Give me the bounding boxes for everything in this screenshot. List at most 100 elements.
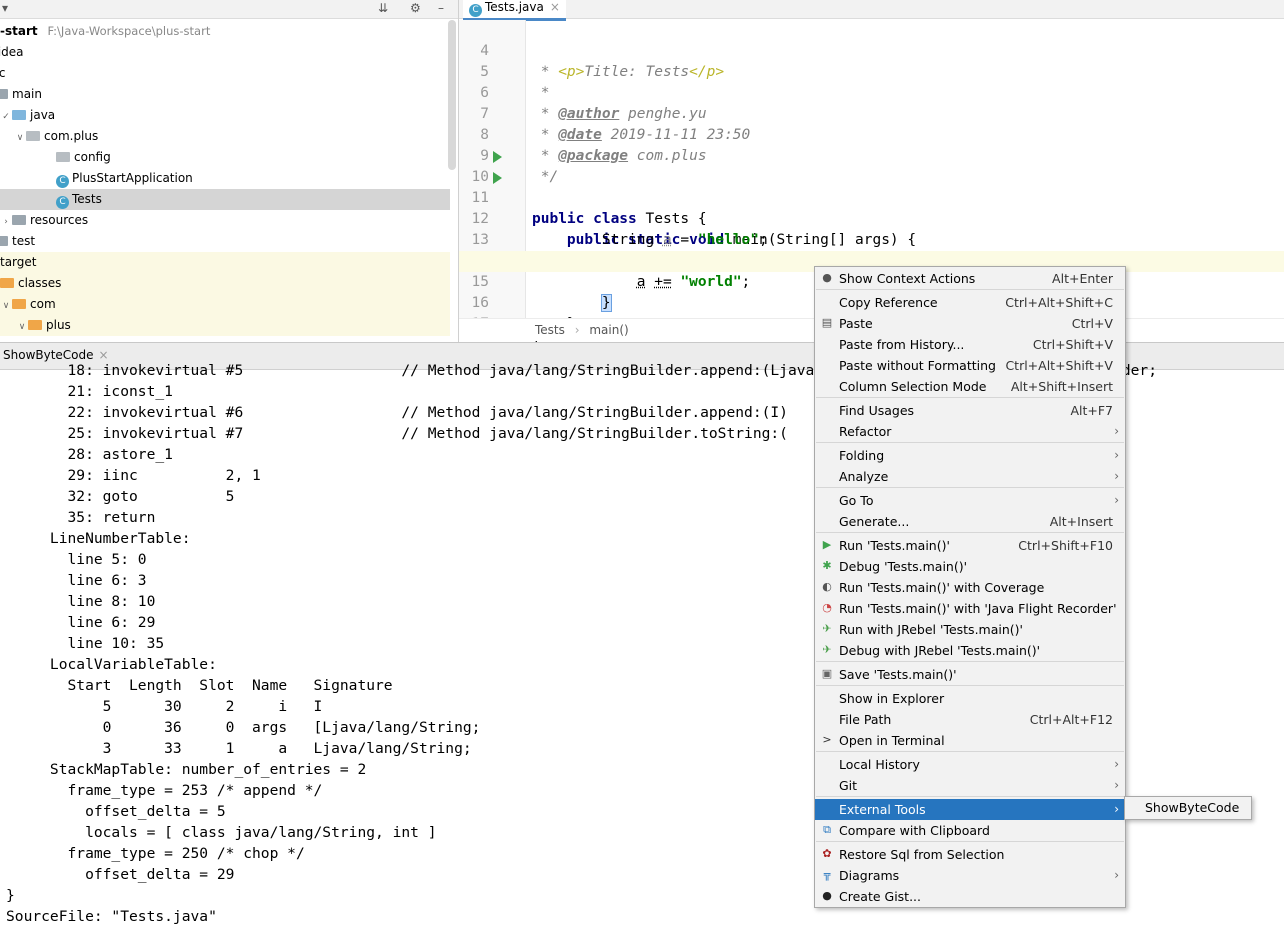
chevron-down-icon[interactable]: ✓ [0,107,12,128]
close-icon[interactable]: × [550,0,560,14]
chevron-down-icon[interactable]: ∨ [14,128,26,149]
menu-item-column-selection-mode[interactable]: Column Selection Mode Alt+Shift+Insert [815,376,1125,397]
menu-item-debug-with-jrebel-tests-main[interactable]: ✈ Debug with JRebel 'Tests.main()' [815,640,1125,661]
code-line[interactable]: 4 * <p>Title: Tests</p> [459,20,1284,80]
menu-separator [816,751,1124,752]
tree-item-config[interactable]: config [56,147,458,168]
tree-item-src[interactable]: src [0,63,438,84]
bytecode-line: frame_type = 253 /* append */ [6,782,323,799]
code-line[interactable]: 14 a += "world"; [459,230,1284,290]
menu-item-run-with-jrebel-tests-main[interactable]: ✈ Run with JRebel 'Tests.main()' [815,619,1125,640]
tree-item-com[interactable]: ∨ com [0,294,450,315]
menu-item-restore-sql-from-selection[interactable]: ✿ Restore Sql from Selection [815,844,1125,865]
menu-item-find-usages[interactable]: Find Usages Alt+F7 [815,400,1125,421]
menu-item-external-tools[interactable]: External Tools › [815,799,1125,820]
menu-item-folding[interactable]: Folding › [815,445,1125,466]
menu-item-go-to[interactable]: Go To › [815,490,1125,511]
bytecode-line: 29: iinc 2, 1 [6,467,261,484]
menu-item-generate[interactable]: Generate... Alt+Insert [815,511,1125,532]
menu-item-local-history[interactable]: Local History › [815,754,1125,775]
code-line[interactable]: 9 */ [459,125,1284,185]
bytecode-line: 3 33 1 a Ljava/lang/String; [6,740,472,757]
tree-root[interactable]: -start F:\Java-Workspace\plus-start [0,21,450,42]
minimize-icon[interactable]: – [438,1,444,15]
menu-item-show-in-explorer[interactable]: Show in Explorer [815,688,1125,709]
code-line[interactable]: 5 * [459,41,1284,101]
chevron-right-icon: › [1114,778,1119,792]
chevron-right-icon: › [1114,469,1119,483]
menu-item-shortcut: Alt+F7 [1070,403,1113,418]
menu-item-run-tests-main[interactable]: ▶ Run 'Tests.main()' Ctrl+Shift+F10 [815,535,1125,556]
menu-item-compare-with-clipboard[interactable]: ⧉ Compare with Clipboard [815,820,1125,841]
code-line[interactable]: 11 public static void main(String[] args… [459,167,1284,248]
menu-item-run-tests-main-with-coverage[interactable]: ◐ Run 'Tests.main()' with Coverage [815,577,1125,598]
gear-icon[interactable]: ⚙ [410,1,421,15]
run-icon: ▶ [822,538,832,551]
bytecode-line: 35: return [6,509,156,526]
menu-item-paste[interactable]: ▤ Paste Ctrl+V [815,313,1125,334]
code-line[interactable]: 7 * @date 2019-11-11 23:50 [459,83,1284,143]
run-gutter-icon[interactable] [493,151,502,163]
menu-item-copy-reference[interactable]: Copy Reference Ctrl+Alt+Shift+C [815,292,1125,313]
tree-item-classes[interactable]: classes [0,273,450,294]
breadcrumb-item[interactable]: main() [589,323,628,337]
menu-item-shortcut: Ctrl+Alt+Shift+C [1005,295,1113,310]
code-line[interactable]: 6 * @author penghe.yu [459,62,1284,122]
menu-item-paste-from-history[interactable]: Paste from History... Ctrl+Shift+V [815,334,1125,355]
menu-item-show-context-actions[interactable]: ● Show Context Actions Alt+Enter [815,268,1125,289]
bytecode-line: LocalVariableTable: [6,656,217,673]
tree-item-label: plus [46,318,71,332]
chevron-right-icon[interactable]: › [0,212,12,233]
menu-item-create-gist[interactable]: ● Create Gist... [815,886,1125,907]
menu-item-diagrams[interactable]: ╦ Diagrams › [815,865,1125,886]
bytecode-line: line 6: 3 [6,572,147,589]
tree-item-com-plus[interactable]: ∨ com.plus [14,126,458,149]
tree-item-main[interactable]: main [0,84,450,105]
menu-separator [816,442,1124,443]
tree-item-java[interactable]: ✓ java [0,105,450,126]
menu-item-shortcut: Alt+Shift+Insert [1010,379,1113,394]
tree-item-label: classes [18,276,62,290]
tree-item-label: com [30,297,56,311]
tree-item-resources[interactable]: › resources [0,210,450,231]
menu-item-debug-tests-main[interactable]: ✱ Debug 'Tests.main()' [815,556,1125,577]
menu-item-run-tests-main-with-java-flight-recorder[interactable]: ◔ Run 'Tests.main()' with 'Java Flight Re… [815,598,1125,619]
scrollbar[interactable] [448,20,456,170]
menu-item-label: Save 'Tests.main()' [839,667,957,682]
menu-item-save-tests-main[interactable]: ▣ Save 'Tests.main()' [815,664,1125,685]
menu-item-file-path[interactable]: File Path Ctrl+Alt+F12 [815,709,1125,730]
tree-item-plus[interactable]: ∨ plus [0,315,450,336]
menu-item-git[interactable]: Git › [815,775,1125,796]
menu-item-label: Run 'Tests.main()' with 'Java Flight Rec… [839,601,1117,616]
collapse-all-icon[interactable]: ⇊ [378,1,388,15]
submenu-item-show-byte-code[interactable]: ShowByteCode [1145,800,1239,815]
bytecode-line: line 5: 0 [6,551,147,568]
tree-item-tests[interactable]: C Tests [0,189,450,210]
folder-icon [28,320,42,330]
menu-item-refactor[interactable]: Refactor › [815,421,1125,442]
code-line[interactable]: 12 String a = "hello"; [459,188,1284,248]
tree-item-label: src [0,66,6,80]
tree-item-test[interactable]: test [0,231,450,252]
menu-item-label: Restore Sql from Selection [839,847,1005,862]
menu-item-label: Run with JRebel 'Tests.main()' [839,622,1023,637]
bytecode-line: LineNumberTable: [6,530,191,547]
menu-item-label: File Path [839,712,892,727]
code-line[interactable]: 13 for(int i=0;i<5;i++){ [459,209,1284,270]
breadcrumb-item[interactable]: Tests [535,323,565,337]
chevron-down-icon[interactable]: ▾ [2,1,8,15]
menu-item-analyze[interactable]: Analyze › [815,466,1125,487]
menu-item-paste-without-formatting[interactable]: Paste without Formatting Ctrl+Alt+Shift+V [815,355,1125,376]
menu-item-open-in-terminal[interactable]: > Open in Terminal [815,730,1125,751]
code-line[interactable]: 10 public class Tests { [459,146,1284,227]
tree-item-target[interactable]: target [0,252,450,273]
menu-item-label: Refactor [839,424,892,439]
run-gutter-icon[interactable] [493,172,502,184]
tab-tests-java[interactable]: C Tests.java × [463,0,566,21]
chevron-down-icon[interactable]: ∨ [0,296,12,317]
tree-item-idea[interactable]: .idea [0,42,444,63]
chevron-down-icon[interactable]: ∨ [16,317,28,338]
tree-item-plus-start-application[interactable]: C PlusStartApplication [56,168,458,189]
menu-item-label: External Tools [839,802,926,817]
code-line[interactable]: 8 * @package com.plus [459,104,1284,164]
